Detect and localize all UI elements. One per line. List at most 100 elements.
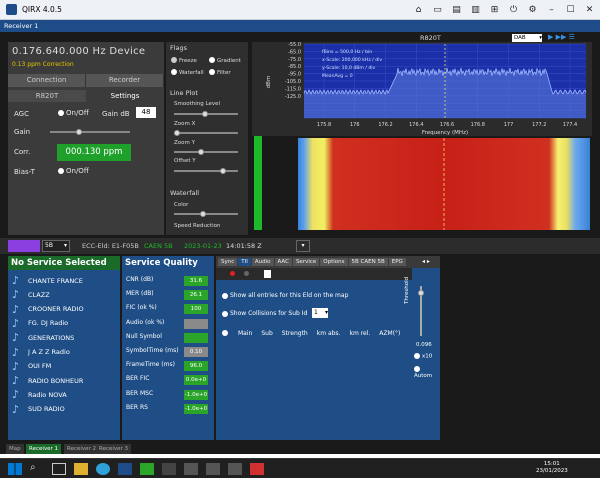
zoomy-slider[interactable]	[174, 149, 238, 155]
map-icon[interactable]: ▤	[450, 3, 463, 16]
minimize-icon[interactable]: –	[545, 3, 558, 16]
spectrum-play-icons[interactable]: ▶ ▶▶ ☰	[548, 33, 575, 41]
tab-receiver-3[interactable]: Receiver 3	[96, 444, 132, 454]
terminal-icon[interactable]	[162, 463, 176, 475]
offsety-slider[interactable]	[174, 168, 238, 174]
service-item[interactable]: ♪ RADIO BONHEUR	[12, 374, 83, 387]
flag-gradient[interactable]: Gradient	[209, 56, 241, 64]
smoothing-slider[interactable]	[174, 111, 238, 117]
green-app-icon[interactable]	[140, 463, 154, 475]
tii-column-header[interactable]: Sub	[261, 330, 272, 337]
windows-start-icon[interactable]	[8, 463, 22, 475]
task-view-icon[interactable]	[52, 463, 66, 475]
power-icon[interactable]: ⏻	[507, 3, 520, 16]
service-item[interactable]: ♪ Radio NOVA	[12, 388, 67, 401]
flag-waterfall[interactable]: Waterfall	[171, 68, 204, 76]
app-icon-d[interactable]	[250, 463, 264, 475]
file-explorer-icon[interactable]	[74, 463, 88, 475]
tab-receiver-2[interactable]: Receiver 2	[64, 444, 100, 454]
service-item[interactable]: ♪ FG. DJ Radio	[12, 317, 68, 330]
tii-tab[interactable]: Audio	[251, 258, 274, 266]
x-axis-label: Frequency (MHz)	[422, 130, 468, 136]
x10-option[interactable]: x10	[414, 353, 432, 360]
service-item[interactable]: ♪ SUD RADIO	[12, 403, 65, 416]
tab-map[interactable]: Map	[6, 444, 24, 454]
color-knob[interactable]	[200, 211, 206, 217]
edge-icon[interactable]	[96, 463, 110, 475]
zoomy-knob[interactable]	[198, 149, 204, 155]
qirx-app-icon[interactable]	[118, 463, 132, 475]
flag-freeze[interactable]: Freeze	[171, 56, 197, 64]
tii-tab[interactable]: Sync	[218, 258, 238, 266]
auto-option[interactable]: Autom	[414, 366, 440, 379]
home-icon[interactable]: ⌂	[412, 3, 425, 16]
service-name: CROONER RADIO	[28, 305, 84, 314]
service-item[interactable]: ♪ CLAZZ	[12, 288, 50, 301]
channel-select[interactable]: 5B ▾	[42, 240, 70, 252]
tii-column-header[interactable]: km rel.	[349, 330, 370, 337]
service-item[interactable]: ♪ OUI FM	[12, 360, 51, 373]
app-icon-c[interactable]	[228, 463, 242, 475]
gain-slider[interactable]	[50, 129, 130, 135]
show-all-option[interactable]: Show all entries for this Eld on the map	[222, 292, 348, 299]
biast-toggle[interactable]: On/Off	[58, 167, 89, 175]
color-slider[interactable]	[174, 211, 238, 217]
tii-header-check[interactable]	[222, 330, 228, 336]
music-note-icon: ♪	[12, 302, 20, 316]
clock[interactable]: 15:01 23/01/2023	[536, 461, 568, 475]
mode-select[interactable]: DAB ▾	[512, 34, 542, 42]
tii-column-header[interactable]: km abs.	[317, 330, 341, 337]
book-icon[interactable]: ▥	[469, 3, 482, 16]
threshold-slider[interactable]	[418, 286, 424, 336]
tii-tab[interactable]: AAC	[274, 258, 292, 266]
tii-tab[interactable]: Service	[292, 258, 320, 266]
threshold-knob[interactable]	[418, 290, 424, 296]
record-icon[interactable]	[230, 271, 235, 276]
tab-recorder[interactable]: Recorder	[86, 74, 164, 87]
tab-receiver-1[interactable]: Receiver 1	[26, 444, 62, 454]
quality-label: FIC (ok %)	[126, 304, 157, 312]
layout-icon[interactable]: ⊞	[488, 3, 501, 16]
window-title: QIRX 4.0.5	[22, 5, 62, 14]
window-icon[interactable]: ▭	[431, 3, 444, 16]
maximize-icon[interactable]: ☐	[564, 3, 577, 16]
stop-icon[interactable]	[244, 271, 249, 276]
quality-row: MER (dB) 26.1	[126, 290, 212, 301]
service-item[interactable]: ♪ GENERATIONS	[12, 331, 74, 344]
tii-column-header[interactable]: AZM(°)	[379, 330, 400, 337]
gain-db-field[interactable]: 48	[136, 107, 156, 118]
tii-content	[216, 280, 412, 440]
service-item[interactable]: ♪ CHANTE FRANCE	[12, 274, 83, 287]
extra-select[interactable]: ▾	[296, 240, 310, 252]
smoothing-knob[interactable]	[202, 111, 208, 117]
sub-id-select[interactable]: 1 ▾	[312, 308, 328, 318]
gear-icon[interactable]: ⚙	[526, 3, 539, 16]
tii-tab[interactable]: EPG	[388, 258, 406, 266]
show-collisions-option[interactable]: Show Collisions for Sub Id	[222, 310, 307, 317]
tii-tab[interactable]: Options	[320, 258, 348, 266]
search-icon[interactable]: ⌕	[30, 462, 44, 474]
agc-toggle[interactable]: On/Off	[58, 109, 89, 117]
flag-filter[interactable]: Filter	[209, 68, 231, 76]
ecc-label: ECC-Eld: E1-F05B	[82, 242, 139, 250]
tii-column-header[interactable]: Strength	[282, 330, 308, 337]
service-item[interactable]: ♪ J A Z Z Radio	[12, 346, 70, 359]
tii-tab[interactable]: TII	[238, 258, 251, 266]
tab-settings[interactable]: Settings	[86, 90, 164, 102]
music-note-icon: ♪	[12, 374, 20, 388]
tab-r820t[interactable]: R820T	[8, 90, 86, 102]
tii-column-header[interactable]: Main	[238, 330, 252, 337]
zoomx-slider[interactable]	[174, 130, 238, 136]
app-icon-a[interactable]	[184, 463, 198, 475]
tab-scroll-icons[interactable]: ◂ ▸	[422, 258, 430, 265]
tii-tab[interactable]: 5B CAEN 5B	[348, 258, 388, 266]
offsety-knob[interactable]	[220, 168, 226, 174]
service-item[interactable]: ♪ CROONER RADIO	[12, 303, 84, 316]
tab-connection[interactable]: Connection	[8, 74, 86, 87]
corr-field[interactable]: 000.130 ppm	[57, 144, 131, 161]
app-icon-b[interactable]	[206, 463, 220, 475]
document-icon[interactable]	[264, 270, 271, 278]
gain-slider-knob[interactable]	[76, 129, 82, 135]
zoomx-knob[interactable]	[174, 130, 180, 136]
close-icon[interactable]: ✕	[583, 3, 596, 16]
